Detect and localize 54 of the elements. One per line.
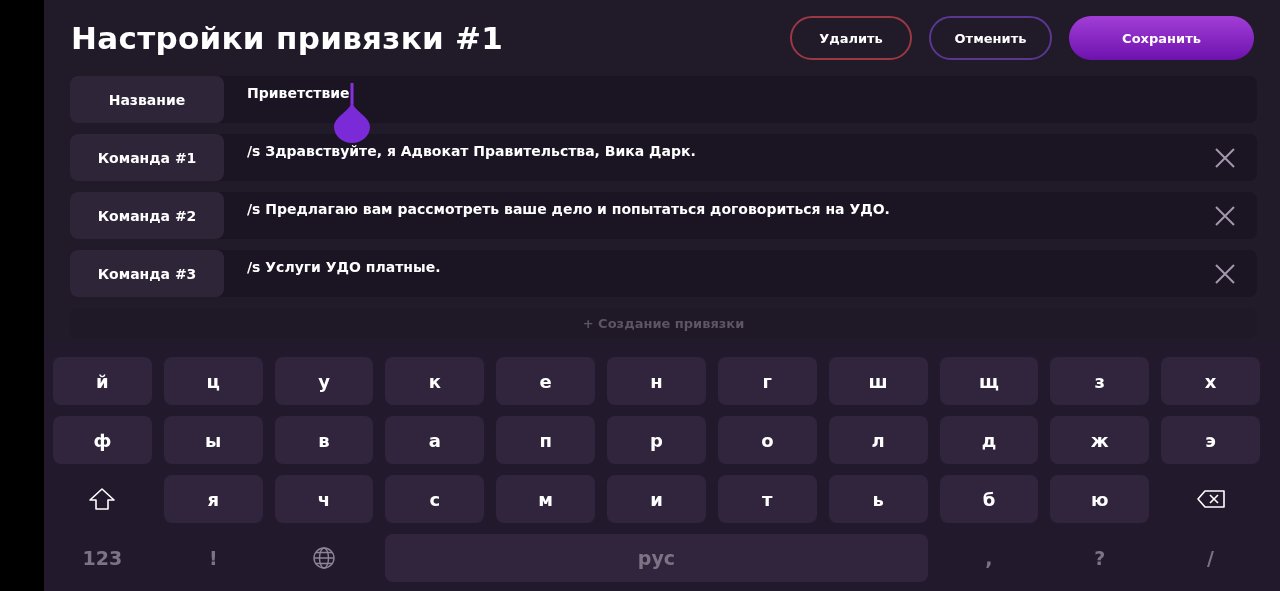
shift-icon [88,487,117,511]
keyboard-key[interactable]: / [1161,534,1260,582]
keyboard-key[interactable]: н [607,357,706,405]
text-field[interactable]: /s Услуги УДО платные. [224,250,1257,297]
globe-icon [312,546,337,570]
text-field[interactable]: Приветствие [224,76,1257,123]
save-button[interactable]: Сохранить [1069,16,1254,60]
keyboard-key[interactable]: б [939,475,1039,523]
keyboard-key[interactable]: ! [163,534,263,582]
keyboard-key[interactable]: ф [53,416,152,464]
keyboard-key[interactable]: а [385,416,485,464]
keyboard-key[interactable]: х [1161,357,1260,405]
field-label: Команда #1 [70,134,224,181]
field-label: Команда #3 [70,250,224,297]
keyboard-key[interactable]: ж [1050,416,1150,464]
keyboard-key[interactable]: е [496,357,596,405]
keyboard-key[interactable]: г [717,357,817,405]
cancel-button[interactable]: Отменить [929,16,1052,60]
keyboard-key[interactable]: э [1161,416,1260,464]
keyboard-key[interactable]: ы [163,416,263,464]
text-field[interactable]: /s Предлагаю вам рассмотреть ваше дело и попытаться договориться на УДО. [224,192,1257,239]
keyboard-key[interactable]: 123 [53,534,152,582]
keyboard-key[interactable]: ч [274,475,374,523]
keyboard-key[interactable]: л [828,416,928,464]
close-icon[interactable] [1214,147,1236,169]
keyboard-key[interactable]: й [53,357,152,405]
keyboard-key[interactable]: я [163,475,263,523]
keyboard-key[interactable]: з [1050,357,1150,405]
keyboard-key[interactable]: р [607,416,706,464]
keyboard-key[interactable]: , [939,534,1039,582]
keyboard-key[interactable]: д [939,416,1039,464]
delete-button[interactable]: Удалить [790,16,912,60]
keyboard-key[interactable]: ю [1050,475,1150,523]
keyboard-key[interactable]: о [717,416,817,464]
keyboard-key[interactable]: п [496,416,596,464]
field-label: Название [70,76,224,123]
keyboard-key[interactable]: и [607,475,706,523]
keyboard-key[interactable]: ш [828,357,928,405]
close-icon[interactable] [1214,263,1236,285]
keyboard-key[interactable]: т [717,475,817,523]
text-field[interactable]: /s Здравствуйте, я Адвокат Правительства, Вика Дарк. [224,134,1257,181]
keyboard-key[interactable]: ь [828,475,928,523]
keyboard-key[interactable]: ц [163,357,263,405]
keyboard-key[interactable]: у [274,357,374,405]
field-label: Команда #2 [70,192,224,239]
keyboard-key[interactable]: ? [1050,534,1150,582]
close-icon[interactable] [1214,205,1236,227]
keyboard-key[interactable]: м [496,475,596,523]
page-title: Настройки привязки #1 [71,20,505,56]
keyboard-key[interactable]: щ [939,357,1039,405]
keyboard-key[interactable]: к [385,357,485,405]
keyboard-key[interactable]: с [385,475,485,523]
backspace-icon [1195,489,1226,509]
keyboard-key[interactable]: в [274,416,374,464]
